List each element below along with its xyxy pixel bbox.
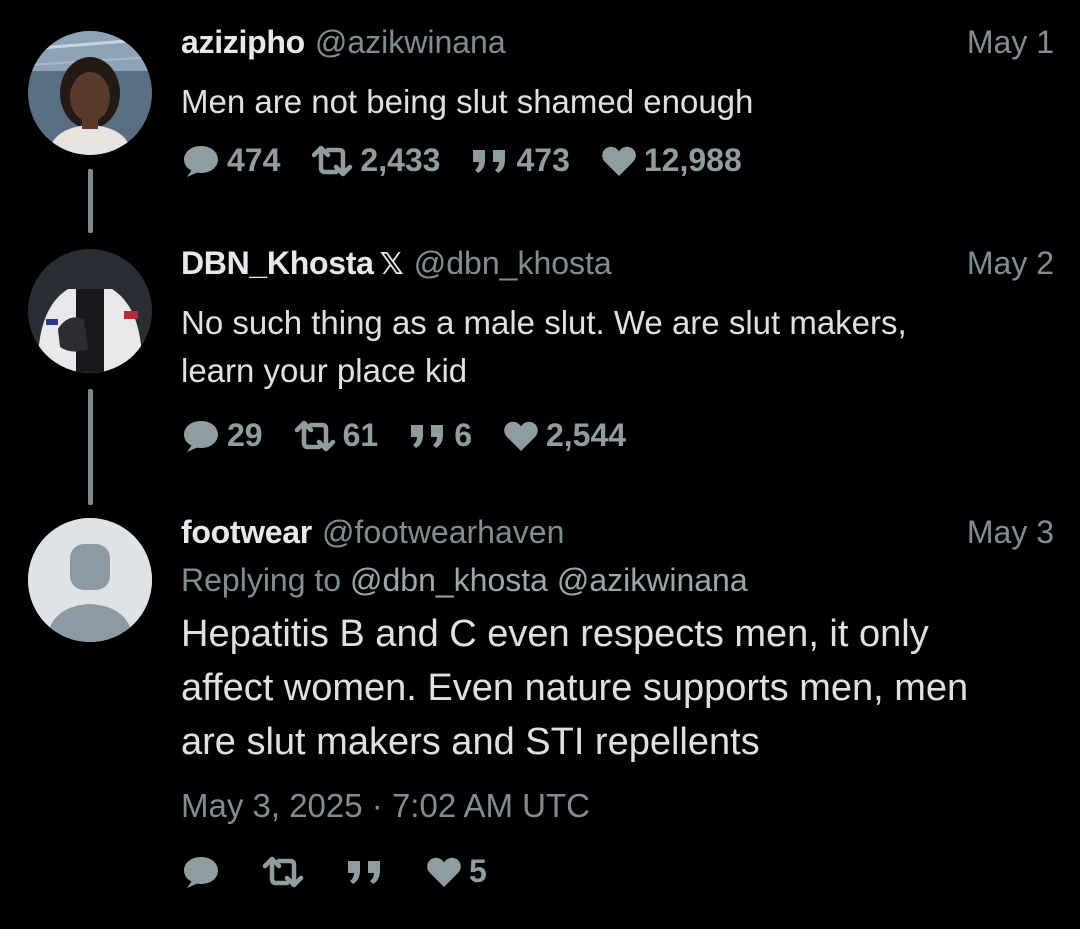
thread-connector-line: [88, 169, 93, 233]
tweet-3[interactable]: footwear @footwearhaven May 3 Replying to…: [181, 514, 1054, 890]
tweet-text: Men are not being slut shamed enough: [181, 83, 754, 120]
display-name[interactable]: DBN_Khosta: [181, 245, 374, 281]
display-name[interactable]: azizipho: [181, 24, 305, 60]
retweet-icon: [294, 420, 335, 451]
user-handle[interactable]: @dbn_khosta: [414, 245, 612, 281]
retweet-icon: [262, 856, 304, 887]
tweet-text-line: Hepatitis B and C even respects men, it …: [181, 613, 929, 655]
tweet-stats: 29 61 6 2,544: [181, 417, 1054, 454]
like-count: 12,988: [643, 142, 742, 178]
retweet-count: 2,433: [360, 142, 441, 178]
like-stat[interactable]: 5: [425, 853, 487, 890]
avatar-photo-icon: [28, 31, 152, 155]
replying-to: Replying to @dbn_khosta @azikwinana: [181, 562, 1054, 599]
tweet-thread: azizipho @azikwinana May 1 Men are not be…: [0, 0, 1080, 929]
tweet-header: footwear @footwearhaven May 3: [181, 514, 1054, 554]
replying-to-label: Replying to: [181, 562, 342, 598]
avatar-dbn-khosta[interactable]: [28, 249, 152, 373]
reply-count: 474: [227, 142, 281, 178]
quote-icon: [411, 424, 444, 448]
quote-stat[interactable]: [345, 857, 391, 887]
user-handle[interactable]: @footwearhaven: [322, 514, 564, 550]
heart-icon: [602, 146, 636, 176]
heart-icon: [427, 857, 461, 887]
tweet-header: DBN_Khosta 𝕏 @dbn_khosta May 2: [181, 245, 1054, 285]
retweet-stat[interactable]: 61: [293, 417, 379, 454]
avatar-photo-icon: [28, 249, 152, 373]
comment-bubble-icon: [184, 420, 218, 452]
reply-stat[interactable]: [181, 854, 227, 890]
comment-bubble-icon: [184, 145, 218, 177]
tweet-2[interactable]: DBN_Khosta 𝕏 @dbn_khosta May 2 No such thi…: [181, 245, 1054, 454]
tweet-date[interactable]: May 3: [967, 514, 1054, 551]
tweet-date[interactable]: May 1: [967, 24, 1054, 61]
default-avatar-silhouette: [28, 518, 152, 642]
like-stat[interactable]: 12,988: [600, 142, 742, 179]
default-avatar-icon[interactable]: [28, 518, 152, 642]
tweet-stats: 474 2,433 473 12,988: [181, 142, 1054, 179]
tweet-text: No such thing as a male slut. We are slu…: [181, 299, 1054, 395]
quote-icon: [348, 860, 380, 884]
retweet-icon: [312, 145, 353, 176]
retweet-count: 61: [342, 417, 379, 453]
reply-stat[interactable]: 29: [181, 417, 263, 454]
quote-stat[interactable]: 6: [408, 417, 472, 454]
tweet-text-line: are slut makers and STI repellents: [181, 721, 760, 763]
like-count: 2,544: [545, 417, 627, 453]
retweet-stat[interactable]: [261, 855, 311, 889]
tweet-text: Hepatitis B and C even respects men, it …: [181, 607, 1054, 769]
retweet-stat[interactable]: 2,433: [310, 142, 440, 179]
x-badge-icon: 𝕏: [379, 248, 404, 281]
tweet-header: azizipho @azikwinana May 1: [181, 24, 1054, 64]
quote-stat[interactable]: 473: [470, 142, 570, 179]
display-name[interactable]: footwear: [181, 514, 312, 550]
user-handle[interactable]: @azikwinana: [315, 24, 506, 60]
reply-count: 29: [227, 417, 263, 453]
like-stat[interactable]: 2,544: [502, 417, 626, 454]
heart-icon: [504, 421, 538, 451]
quote-count: 473: [516, 142, 570, 178]
tweet-timestamp[interactable]: May 3, 2025 · 7:02 AM UTC: [181, 787, 1054, 825]
tweet-text-line: learn your place kid: [181, 352, 468, 389]
thread-connector-line: [88, 389, 93, 505]
mention-link[interactable]: @dbn_khosta: [350, 562, 548, 598]
avatar-azizipho[interactable]: [28, 31, 152, 155]
quote-icon: [473, 149, 506, 173]
tweet-date[interactable]: May 2: [967, 245, 1054, 282]
like-count: 5: [469, 853, 487, 889]
tweet-text-line: No such thing as a male slut. We are slu…: [181, 304, 907, 341]
tweet-1[interactable]: azizipho @azikwinana May 1 Men are not be…: [181, 24, 1054, 179]
tweet-text-line: affect women. Even nature supports men, …: [181, 667, 969, 709]
quote-count: 6: [454, 417, 472, 453]
mention-link[interactable]: @azikwinana: [557, 562, 748, 598]
tweet-stats: 5: [181, 853, 1054, 890]
reply-stat[interactable]: 474: [181, 142, 280, 179]
comment-bubble-icon: [184, 856, 218, 888]
